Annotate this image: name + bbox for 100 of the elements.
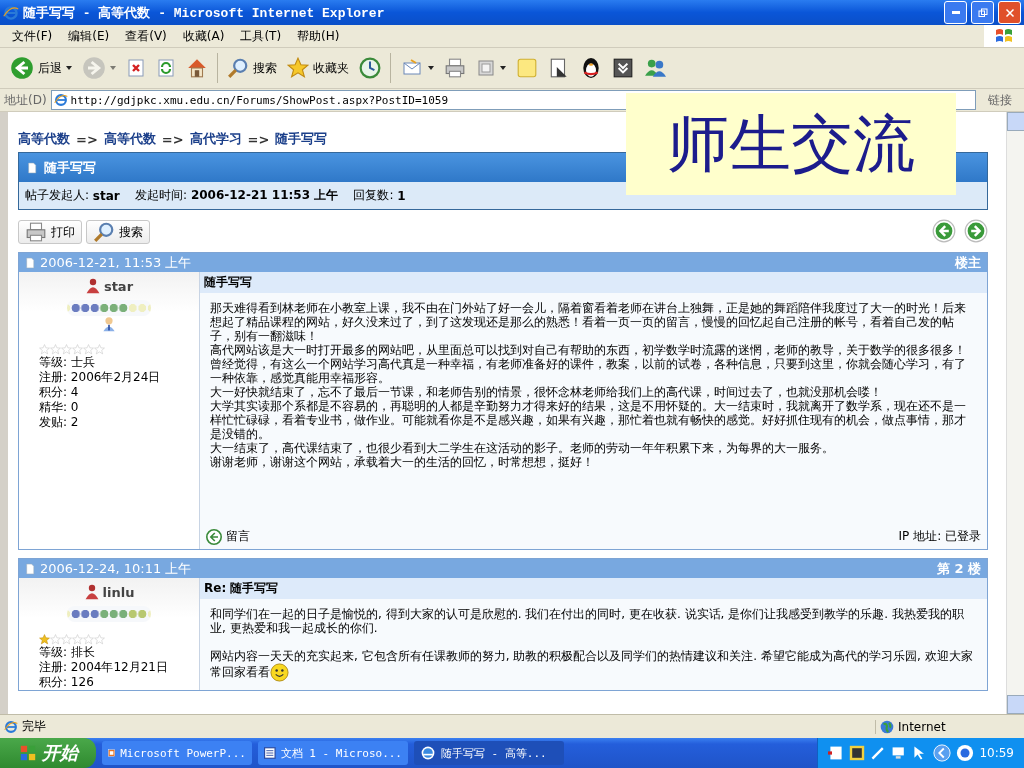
star-icon (72, 344, 83, 355)
floor-label: 第 2 楼 (936, 559, 981, 578)
envelope-icon (400, 58, 424, 78)
star-icon (83, 634, 94, 645)
post-paragraph: 那天难得看到林老师在小教室上课，我不由在门外站了好一会儿，隔着窗看着老师在讲台上独舞，正是她的舞蹈陪伴我度过了大一的时光！后来想起了精品课程的网站，好久没来过了，到了这发现还是那么的熟悉！看着一页一页的留言，慢慢的回忆起自己注册的帐号，看着自己发的帖子，别有一翻滋味！ (210, 301, 967, 343)
user-icon (84, 278, 101, 294)
house-icon (186, 57, 208, 79)
smiley-icon (270, 663, 289, 682)
star-icon (83, 344, 94, 355)
floor-label: 楼主 (955, 253, 981, 272)
caret-icon (428, 66, 434, 70)
user-icon (83, 584, 100, 600)
maximize-button[interactable] (971, 1, 994, 24)
start-button[interactable]: 开始 (0, 738, 96, 768)
favorites-button[interactable]: 收藏夹 (283, 55, 353, 81)
address-label: 地址(D) (4, 91, 47, 109)
links-label[interactable]: 链接 (980, 91, 1020, 109)
breadcrumb-link[interactable]: 高等代数 (18, 130, 70, 148)
menu-item[interactable]: 编辑(E) (60, 27, 118, 45)
search-icon (93, 221, 115, 243)
post-paragraph: 大学其实读那个系都是不容易的，再聪明的人都是辛勤努力才得来好的结果，这是不用怀疑的。大一结束时，我就离开了数学系，现在还不是一样忙忙碌碌，看着专业书，做作业。可能就看你是不是感兴趣，如果有兴趣，那忙着也就有畅快的感觉。好好抓住现有的机会，做点事情，那才是没错的。 (210, 399, 967, 441)
window-icon (476, 58, 496, 78)
user-stat: 等级: 士兵 (39, 355, 96, 370)
user-stat: 精华: 0 (39, 400, 80, 415)
minimize-button[interactable] (944, 1, 967, 24)
taskbar-button[interactable]: 随手写写 - 高等... (414, 741, 564, 765)
document-icon (25, 256, 36, 269)
menu-item[interactable]: 帮助(H) (289, 27, 348, 45)
globe-page-icon (420, 745, 436, 761)
username[interactable]: star (103, 278, 134, 294)
chevron-box-icon (612, 57, 634, 79)
search-button[interactable]: 搜索 (86, 220, 150, 244)
reply-button[interactable]: 留言 (206, 528, 250, 545)
people-icon (644, 57, 666, 79)
star-icon (61, 344, 72, 355)
post-title: 随手写写 (200, 272, 987, 293)
caret-icon (500, 66, 506, 70)
next-icon (964, 218, 988, 243)
breadcrumb-separator: => (76, 131, 98, 147)
ip-address: IP 地址: 已登录 (898, 528, 981, 545)
star-icon (50, 634, 61, 645)
post-title: Re: 随手写写 (200, 578, 987, 599)
print-button[interactable]: 打印 (18, 220, 82, 244)
user-stat: 积分: 126 (39, 675, 95, 690)
breadcrumb-link[interactable]: 高代学习 (189, 130, 242, 148)
note-icon (516, 57, 538, 79)
star-icon (39, 634, 50, 645)
globe-icon (880, 719, 894, 734)
taskbar-button[interactable]: Microsoft PowerP... (102, 741, 252, 765)
user-stat: 等级: 排长 (39, 645, 96, 660)
caption-overlay: 师生交流 (626, 93, 956, 195)
username[interactable]: linlu (102, 584, 135, 600)
post-paragraph: 大一结束了，高代课结束了，也很少看到大二学生在这活动的影子。老师的劳动一年年积累下来，为每界的大一服务。 (210, 441, 835, 455)
post-paragraph: 谢谢老师，谢谢这个网站，承载着大一的生活的回忆，时常想想，挺好！ (210, 455, 595, 469)
star-icon (50, 344, 61, 355)
post-time: 2006-12-21, 11:53 上午 (40, 253, 192, 272)
reply-icon (206, 528, 222, 545)
zone-label: Internet (898, 719, 946, 734)
close-button[interactable] (998, 1, 1021, 24)
status-text: 完毕 (22, 718, 46, 735)
document-icon (27, 161, 38, 174)
topic-title: 随手写写 (44, 158, 96, 177)
document-icon (25, 562, 36, 575)
restore-icon (977, 7, 988, 18)
document-icon (264, 745, 276, 761)
star-icon (72, 634, 83, 645)
browser-icon (4, 719, 18, 734)
browser-icon (53, 93, 68, 107)
menu-item[interactable]: 收藏(A) (174, 27, 233, 45)
chevron-icon (933, 744, 952, 762)
post-paragraph: 大一好快就结束了，忘不了最后一节课，和老师告别的情景，很怀念林老师给我们上的高代课，时间过去了，也就没那机会喽！ (210, 385, 883, 399)
search-button[interactable]: 搜索 (223, 55, 281, 81)
tray-icon (849, 745, 866, 761)
minimize-icon (951, 11, 960, 14)
star-icon (94, 344, 105, 355)
previous-icon (932, 218, 956, 243)
close-icon (1004, 7, 1015, 18)
stop-icon (126, 58, 146, 78)
breadcrumb-separator: => (161, 131, 184, 147)
browser-icon (3, 4, 19, 21)
breadcrumb-separator: => (247, 131, 270, 147)
breadcrumb-link[interactable]: 高等代数 (103, 130, 156, 148)
post-time: 2006-12-24, 10:11 上午 (40, 559, 192, 578)
back-button[interactable]: 后退 (6, 54, 76, 82)
menu-item[interactable]: 查看(V) (117, 27, 175, 45)
star-icon (287, 57, 309, 79)
user-stat: 注册: 2006年2月24日 (39, 370, 161, 385)
post-paragraph: 网站内容一天天的充实起来, 它包含所有任课教师的努力, 助教的积极配合以及同学们的热情建议和关注. 希望它能成为高代的学习乐园, 欢迎大家常回家看看 (210, 649, 977, 682)
printer-icon (444, 57, 466, 79)
taskbar-button[interactable]: 文档 1 - Microso... (258, 741, 408, 765)
clock: 10:59 (979, 746, 1014, 760)
user-stat: 发贴: 2 (39, 415, 80, 430)
caret-icon (66, 66, 72, 70)
menu-item[interactable]: 文件(F) (4, 27, 61, 45)
star-icon (39, 344, 50, 355)
breadcrumb-link[interactable]: 随手写写 (275, 130, 328, 148)
star-icon (61, 634, 72, 645)
penguin-icon (580, 57, 602, 79)
menu-item[interactable]: 工具(T) (232, 27, 290, 45)
refresh-icon (156, 58, 176, 78)
